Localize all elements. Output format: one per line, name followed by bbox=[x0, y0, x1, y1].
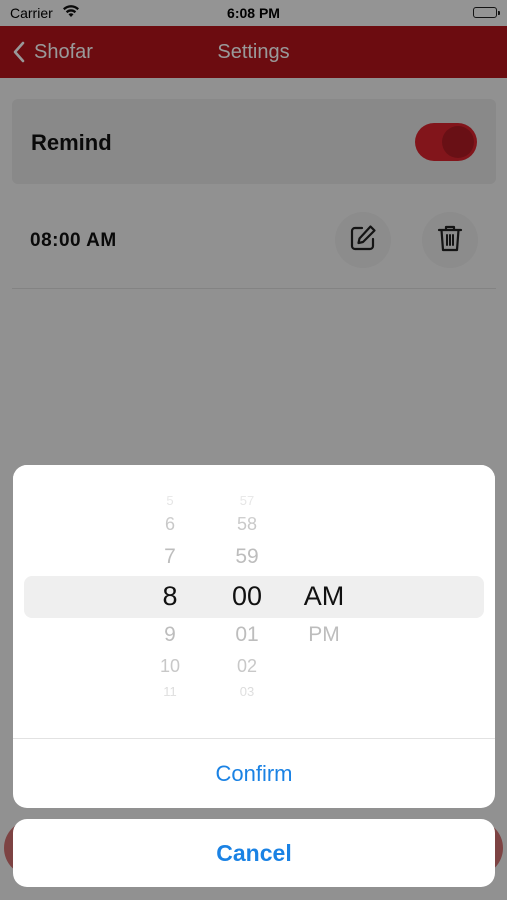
hour-option[interactable]: 9 bbox=[140, 623, 200, 647]
confirm-button[interactable]: Confirm bbox=[13, 739, 495, 808]
minute-option[interactable]: 01 bbox=[217, 623, 277, 647]
time-picker-sheet: 5 6 7 8 9 10 11 57 58 59 00 01 02 03 AM … bbox=[13, 465, 495, 808]
time-picker[interactable]: 5 6 7 8 9 10 11 57 58 59 00 01 02 03 AM … bbox=[13, 465, 495, 738]
hour-option[interactable]: 10 bbox=[140, 656, 200, 677]
hour-selected[interactable]: 8 bbox=[140, 581, 200, 612]
minute-selected[interactable]: 00 bbox=[217, 581, 277, 612]
minute-option[interactable]: 02 bbox=[217, 656, 277, 677]
hour-option[interactable]: 7 bbox=[140, 545, 200, 569]
picker-fade bbox=[13, 680, 495, 738]
minute-option[interactable]: 59 bbox=[217, 545, 277, 569]
cancel-button[interactable]: Cancel bbox=[13, 819, 495, 887]
period-option[interactable]: PM bbox=[294, 623, 354, 647]
period-selected[interactable]: AM bbox=[294, 581, 354, 612]
picker-fade bbox=[13, 465, 495, 525]
